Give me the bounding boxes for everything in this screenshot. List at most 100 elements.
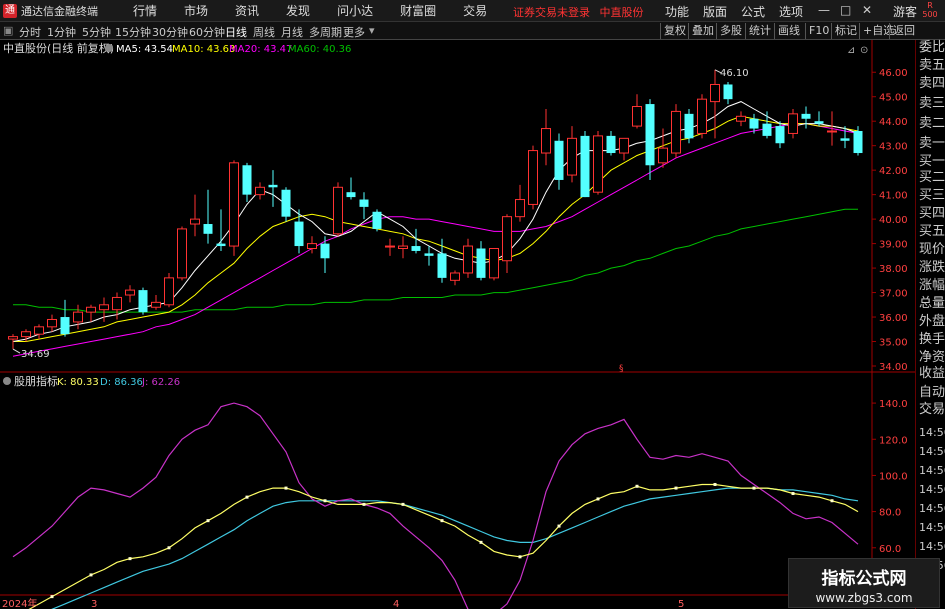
menu-item-formula[interactable]: 公式 bbox=[741, 3, 765, 20]
adjust-button[interactable]: 复权 bbox=[660, 23, 686, 39]
k-point bbox=[89, 573, 93, 577]
back-button[interactable]: 返回 bbox=[889, 23, 915, 39]
k-point bbox=[245, 495, 249, 499]
price-tick-label: 39.00 bbox=[879, 240, 908, 251]
candle-body-down bbox=[645, 104, 655, 166]
candle-body-up bbox=[34, 326, 44, 335]
j-label: J: 62.26 bbox=[141, 377, 180, 388]
close-icon[interactable]: ✕ bbox=[862, 3, 872, 17]
tab-more[interactable]: 更多 bbox=[343, 24, 365, 40]
candle-body-up bbox=[463, 245, 473, 274]
tab-multi-period[interactable]: 多周期 bbox=[309, 24, 342, 40]
draw-button[interactable]: 画线 bbox=[774, 23, 800, 39]
menu-item-trade[interactable]: 交易 bbox=[463, 2, 487, 19]
candle bbox=[372, 209, 382, 232]
settings-icon[interactable]: ⊙ bbox=[860, 45, 868, 56]
candle-body-down bbox=[138, 290, 148, 313]
candle-body-up bbox=[151, 301, 161, 308]
date-label-5: 5 bbox=[678, 599, 684, 609]
k-point bbox=[752, 486, 756, 490]
menu-item-ask[interactable]: 问小达 bbox=[337, 2, 373, 19]
quote-field-label: 买三 bbox=[919, 188, 945, 203]
overlay-button[interactable]: 叠加 bbox=[688, 23, 714, 39]
tab-5min[interactable]: 5分钟 bbox=[82, 24, 111, 40]
period-icon: ▣ bbox=[3, 24, 14, 37]
quote-field-label: 卖二 bbox=[919, 116, 945, 131]
quote-field-label: 卖一 bbox=[919, 136, 945, 151]
menu-item-function[interactable]: 功能 bbox=[665, 3, 689, 20]
quote-panel: 委比 卖五 卖四 卖三 卖二 卖一 买一 买二 买三 买四 买五 现价 涨跌 涨幅 总量 外盘 换手 净资 收益 自动… bbox=[915, 40, 945, 609]
candlestick-chart[interactable]: 46.00 45.00 44.00 43.00 42.00 41.00 40.00 39.00… bbox=[0, 40, 915, 373]
tab-30min[interactable]: 30分钟 bbox=[152, 24, 188, 40]
candle-body-down bbox=[801, 113, 811, 119]
candle bbox=[229, 160, 239, 256]
kdj-indicator-chart[interactable]: 140.0120.0100.080.060.040.0 股朋指标 K: 80.3… bbox=[0, 373, 915, 609]
quote-field-label[interactable]: 自动 bbox=[919, 385, 945, 401]
indicator-tick-label: 100.0 bbox=[879, 471, 908, 482]
price-tick-label: 45.00 bbox=[879, 93, 908, 104]
quote-field-label: 卖三 bbox=[919, 96, 945, 111]
ma5-label: MA5: 43.54 bbox=[116, 44, 173, 55]
quote-field-label: 换手 bbox=[919, 332, 945, 347]
candle-body-up bbox=[307, 243, 317, 249]
candle-body-down bbox=[853, 130, 863, 154]
minimize-icon[interactable]: — bbox=[818, 3, 830, 17]
stats-button[interactable]: 统计 bbox=[745, 23, 771, 39]
tab-15min[interactable]: 15分钟 bbox=[115, 24, 151, 40]
quote-field-label[interactable]: 交易 bbox=[919, 402, 945, 418]
candle-body-down bbox=[762, 123, 772, 136]
candle-body-down bbox=[840, 138, 850, 141]
maximize-icon[interactable]: □ bbox=[840, 3, 851, 17]
more-dropdown-icon[interactable]: ▾ bbox=[369, 24, 375, 37]
multi-stock-button[interactable]: 多股 bbox=[716, 23, 742, 39]
tab-daily[interactable]: 日线 bbox=[225, 24, 247, 40]
menu-item-options[interactable]: 选项 bbox=[779, 3, 803, 20]
candle bbox=[138, 287, 148, 315]
indicator-header: 股朋指标 K: 80.33 D: 86.36 J: 62.26 bbox=[3, 374, 180, 388]
ma-settings-icon[interactable] bbox=[105, 44, 113, 52]
candle-body-up bbox=[177, 228, 187, 279]
quote-field-label: 买二 bbox=[919, 170, 945, 185]
tab-60min[interactable]: 60分钟 bbox=[189, 24, 225, 40]
candle-body-up bbox=[489, 247, 499, 279]
candle-body-down bbox=[814, 121, 824, 124]
menu-item-layout[interactable]: 版面 bbox=[703, 3, 727, 20]
tab-weekly[interactable]: 周线 bbox=[253, 24, 275, 40]
menu-item-market[interactable]: 市场 bbox=[184, 2, 208, 19]
candle-body-up bbox=[567, 137, 577, 176]
tab-monthly[interactable]: 月线 bbox=[281, 24, 303, 40]
candle-body-up bbox=[450, 272, 460, 281]
menu-item-wealth[interactable]: 财富圈 bbox=[400, 2, 436, 19]
d-label: D: 86.36 bbox=[100, 377, 143, 388]
price-tick-label: 41.00 bbox=[879, 191, 908, 202]
quote-field-label: 买四 bbox=[919, 206, 945, 221]
quote-field-label: 买五 bbox=[919, 224, 945, 239]
f10-button[interactable]: F10 bbox=[805, 23, 829, 39]
candle bbox=[671, 104, 681, 158]
candle-body-up bbox=[47, 318, 57, 328]
candle-body-up bbox=[86, 306, 96, 313]
chart-header: 中直股份(日线 前复权) MA5: 43.54 MA10: 43.63 MA20… bbox=[3, 41, 351, 55]
tab-intraday[interactable]: 分时 bbox=[19, 24, 41, 40]
collapse-icon[interactable]: ⊿ bbox=[847, 45, 855, 56]
menu-item-quotes[interactable]: 行情 bbox=[133, 2, 157, 19]
quote-field-label: 涨跌 bbox=[919, 260, 945, 275]
mark-button[interactable]: 标记 bbox=[831, 23, 857, 39]
candle-body-up bbox=[502, 216, 512, 262]
candle-body-up bbox=[73, 311, 83, 323]
tab-1min[interactable]: 1分钟 bbox=[47, 24, 76, 40]
candle-body-down bbox=[320, 243, 330, 259]
menu-item-discover[interactable]: 发现 bbox=[286, 2, 310, 19]
price-tick-label: 38.00 bbox=[879, 264, 908, 275]
menu-item-news[interactable]: 资讯 bbox=[235, 2, 259, 19]
candle-body-down bbox=[372, 211, 382, 229]
candle-body-down bbox=[203, 224, 213, 234]
candle-body-up bbox=[736, 115, 746, 122]
guest-label[interactable]: 游客 bbox=[893, 3, 917, 20]
indicator-settings-icon[interactable] bbox=[3, 377, 11, 385]
candle-body-up bbox=[229, 162, 239, 247]
candle-body-up bbox=[515, 199, 525, 218]
k-point bbox=[635, 484, 639, 488]
candle bbox=[788, 108, 798, 139]
k-point bbox=[830, 499, 834, 503]
